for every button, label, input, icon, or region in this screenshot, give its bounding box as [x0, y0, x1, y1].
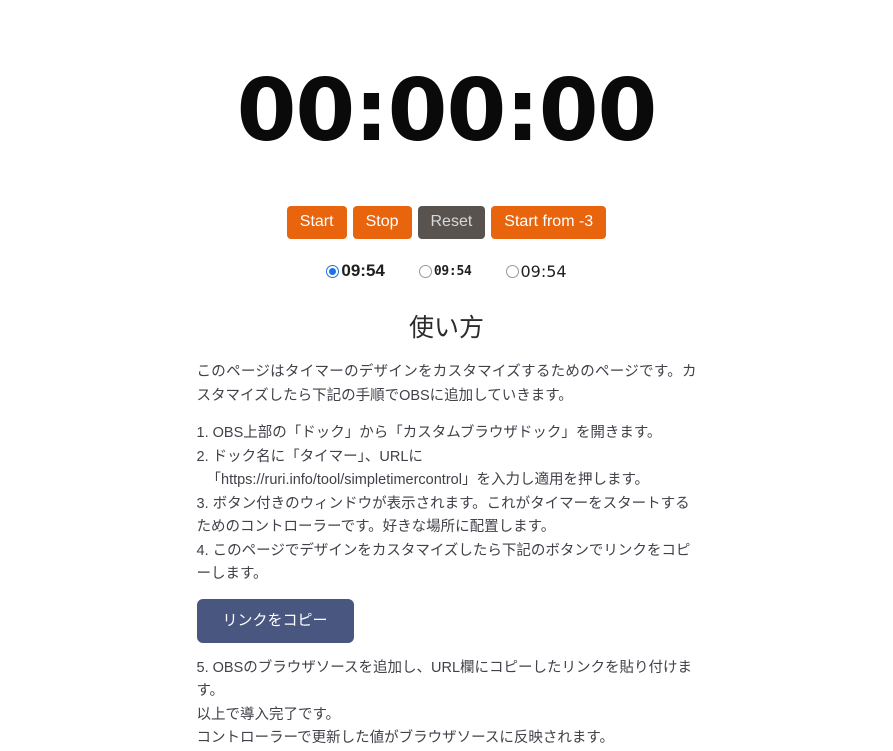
howto-step-2-url: 「https://ruri.info/tool/simpletimercontr…	[206, 472, 650, 489]
timer-section: 00:00:00	[0, 0, 893, 161]
font-option-2[interactable]: 09:54	[418, 263, 472, 279]
copy-link-button[interactable]: リンクをコピー	[196, 598, 354, 643]
start-button[interactable]: Start	[286, 206, 347, 240]
font-option-1-label: 09:54	[341, 261, 385, 281]
howto-step-4: 4. このページでデザインをカスタマイズしたら下記のボタンでリンクをコピーします…	[196, 542, 691, 583]
howto-step-2: 2. ドック名に「タイマー」、URLに	[196, 448, 423, 465]
start-from-minus-3-button[interactable]: Start from -3	[491, 206, 607, 240]
timer-display: 00:00:00	[236, 61, 658, 161]
howto-outro-2: コントローラーで更新した値がブラウザソースに反映されます。	[196, 730, 614, 747]
howto-step-3: 3. ボタン付きのウィンドウが表示されます。これがタイマーをスタートするためのコ…	[196, 495, 690, 536]
howto-intro: このページはタイマーのデザインをカスタマイズするためのページです。カスタマイズし…	[196, 364, 697, 404]
font-style-options: 09:54 09:54 09:54	[0, 261, 893, 281]
font-option-3[interactable]: 09:54	[505, 261, 567, 281]
font-option-3-label: 09:54	[520, 261, 567, 281]
howto-step-5: 5. OBSのブラウザソースを追加し、URL欄にコピーしたリンクを貼り付けます。	[196, 659, 693, 700]
howto-title: 使い方	[408, 314, 484, 343]
howto-step-1: 1. OBS上部の「ドック」から「カスタムブラウザドック」を開きます。	[196, 425, 662, 442]
reset-button[interactable]: Reset	[417, 206, 486, 240]
howto-steps: 1. OBS上部の「ドック」から「カスタムブラウザドック」を開きます。 2. ド…	[197, 422, 697, 586]
howto-outro-1: 以上で導入完了です。	[196, 706, 341, 723]
howto-section: 使い方 このページはタイマーのデザインをカスタマイズするためのページです。カスタ…	[196, 281, 697, 751]
radio-icon[interactable]	[505, 264, 519, 278]
radio-icon[interactable]	[418, 264, 432, 278]
howto-tail: 5. OBSのブラウザソースを追加し、URL欄にコピーしたリンクを貼り付けます。…	[197, 657, 697, 751]
font-option-2-label: 09:54	[433, 263, 472, 279]
font-option-1[interactable]: 09:54	[326, 261, 385, 281]
radio-icon[interactable]	[326, 264, 340, 278]
stop-button[interactable]: Stop	[352, 206, 412, 240]
timer-controls: Start Stop Reset Start from -3	[0, 206, 893, 240]
